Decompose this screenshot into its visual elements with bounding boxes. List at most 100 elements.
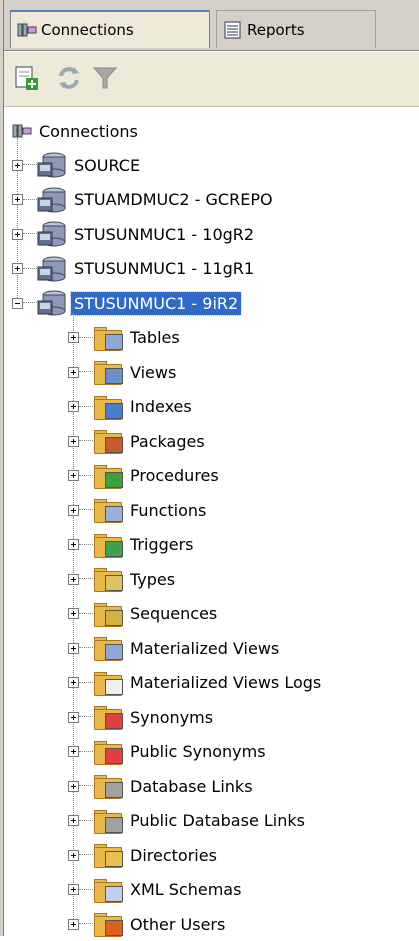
refresh-button[interactable] (54, 64, 84, 92)
tab-reports[interactable]: Reports (216, 10, 376, 48)
tree-node-database-links[interactable]: Database Links (68, 769, 256, 803)
expand-toggle[interactable] (68, 332, 79, 343)
tree-connector (79, 785, 93, 787)
tree-node-label: Packages (130, 431, 205, 451)
tree-node-label: Procedures (130, 466, 219, 485)
expand-toggle[interactable] (12, 228, 23, 240)
tree-node-label: Types (130, 569, 176, 589)
connections-icon (17, 21, 37, 39)
tree-node-xml-schemas[interactable]: XML Schemas (68, 873, 244, 907)
connection-label: STUSUNMUC1 - 11gR1 (74, 259, 255, 278)
tree-node-materialized-views-logs[interactable]: Materialized Views Logs (68, 666, 324, 700)
tree-node-packages[interactable]: Packages (68, 424, 208, 458)
expand-toggle[interactable] (68, 884, 79, 895)
filter-button[interactable] (90, 64, 120, 92)
synonyms-icon (93, 705, 123, 730)
tree-node-triggers[interactable]: Triggers (68, 528, 197, 562)
expand-toggle[interactable] (68, 573, 79, 585)
tree-node-public-database-links[interactable]: Public Database Links (68, 804, 308, 838)
expand-toggle[interactable] (68, 366, 79, 378)
tree-node-label: Functions (130, 500, 207, 520)
tree-node-tables[interactable]: Tables (68, 321, 183, 355)
packages-icon (93, 429, 123, 454)
database-connection-icon (37, 255, 67, 283)
expand-toggle[interactable] (68, 608, 79, 619)
tree-node-label: Public Synonyms (130, 742, 266, 761)
expand-toggle[interactable] (68, 849, 79, 861)
new-connection-button[interactable] (12, 64, 42, 92)
tree-connector (79, 819, 93, 822)
tree-root[interactable]: Connections (12, 114, 141, 148)
expand-toggle[interactable] (68, 815, 79, 826)
connection-label: SOURCE (74, 155, 141, 175)
tree-node-label: Views (130, 362, 177, 382)
tree-connector (23, 164, 37, 166)
tree-node-sequences[interactable]: Sequences (68, 597, 220, 631)
expand-toggle[interactable] (68, 918, 79, 930)
tree-connector (79, 474, 93, 477)
tree-node-views[interactable]: Views (68, 355, 179, 389)
refresh-icon (59, 67, 79, 89)
expand-toggle[interactable] (68, 642, 79, 654)
expand-toggle[interactable] (68, 677, 79, 688)
tree-node-directories[interactable]: Directories (68, 838, 220, 872)
expand-toggle[interactable] (68, 504, 79, 516)
tree-node-indexes[interactable]: Indexes (68, 390, 195, 424)
expand-toggle[interactable] (68, 711, 79, 723)
types-icon (93, 567, 123, 592)
materialized-views-logs-icon (93, 671, 123, 696)
database-connection-icon (37, 289, 67, 317)
connection-node[interactable]: STUSUNMUC1 - 9iR2 (12, 286, 243, 320)
database-links-icon (93, 774, 123, 799)
tree-connector (79, 612, 93, 615)
tree-node-materialized-views[interactable]: Materialized Views (68, 631, 282, 665)
tree-connector (79, 336, 93, 339)
expand-toggle[interactable] (68, 539, 79, 550)
tree-node-synonyms[interactable]: Synonyms (68, 700, 216, 734)
expand-toggle[interactable] (68, 435, 79, 447)
database-connection-icon (37, 151, 67, 179)
expand-toggle[interactable] (68, 401, 79, 412)
tab-connections[interactable]: Connections (10, 10, 210, 48)
expand-toggle[interactable] (68, 780, 79, 792)
tree-node-public-synonyms[interactable]: Public Synonyms (68, 735, 269, 769)
tree-connector (23, 267, 37, 270)
database-connection-icon (37, 220, 67, 248)
procedures-icon (93, 464, 123, 489)
expand-toggle[interactable] (12, 263, 23, 274)
expand-toggle[interactable] (12, 159, 23, 171)
public-synonyms-icon (93, 740, 123, 765)
expand-toggle[interactable] (68, 746, 79, 757)
connections-panel: Connections Reports Connections SOURCE S… (0, 0, 419, 937)
tree-node-label: XML Schemas (130, 880, 242, 899)
xml-schemas-icon (93, 878, 123, 903)
tab-reports-label: Reports (247, 20, 305, 39)
collapse-toggle[interactable] (12, 297, 23, 309)
tree-connector (23, 302, 37, 304)
tree-node-label: Indexes (130, 397, 192, 416)
expand-toggle[interactable] (12, 194, 23, 205)
expand-toggle[interactable] (68, 470, 79, 481)
tree-node-label: Public Database Links (130, 811, 305, 830)
tab-connections-label: Connections (41, 21, 134, 39)
tree-connector (79, 440, 93, 442)
tree-connector (79, 543, 93, 546)
tree-node-label: Materialized Views (130, 638, 280, 658)
tree-node-label: Sequences (130, 604, 218, 623)
connection-node[interactable]: SOURCE (12, 148, 143, 182)
tree-node-procedures[interactable]: Procedures (68, 459, 222, 493)
tree-connector (79, 578, 93, 580)
tree-connector (79, 923, 93, 925)
connection-node[interactable]: STUSUNMUC1 - 11gR1 (12, 252, 257, 286)
tree-connector (79, 888, 93, 891)
tables-icon (93, 326, 123, 351)
tree-connector (23, 233, 37, 235)
tree-node-types[interactable]: Types (68, 562, 178, 596)
views-icon (93, 360, 123, 385)
tree-node-functions[interactable]: Functions (68, 493, 209, 527)
connection-node[interactable]: STUSUNMUC1 - 10gR2 (12, 217, 257, 251)
tree-node-label: Database Links (130, 776, 253, 796)
tree-connector (79, 647, 93, 649)
reports-icon (223, 21, 243, 39)
connection-node[interactable]: STUAMDMUC2 - GCREPO (12, 183, 276, 217)
